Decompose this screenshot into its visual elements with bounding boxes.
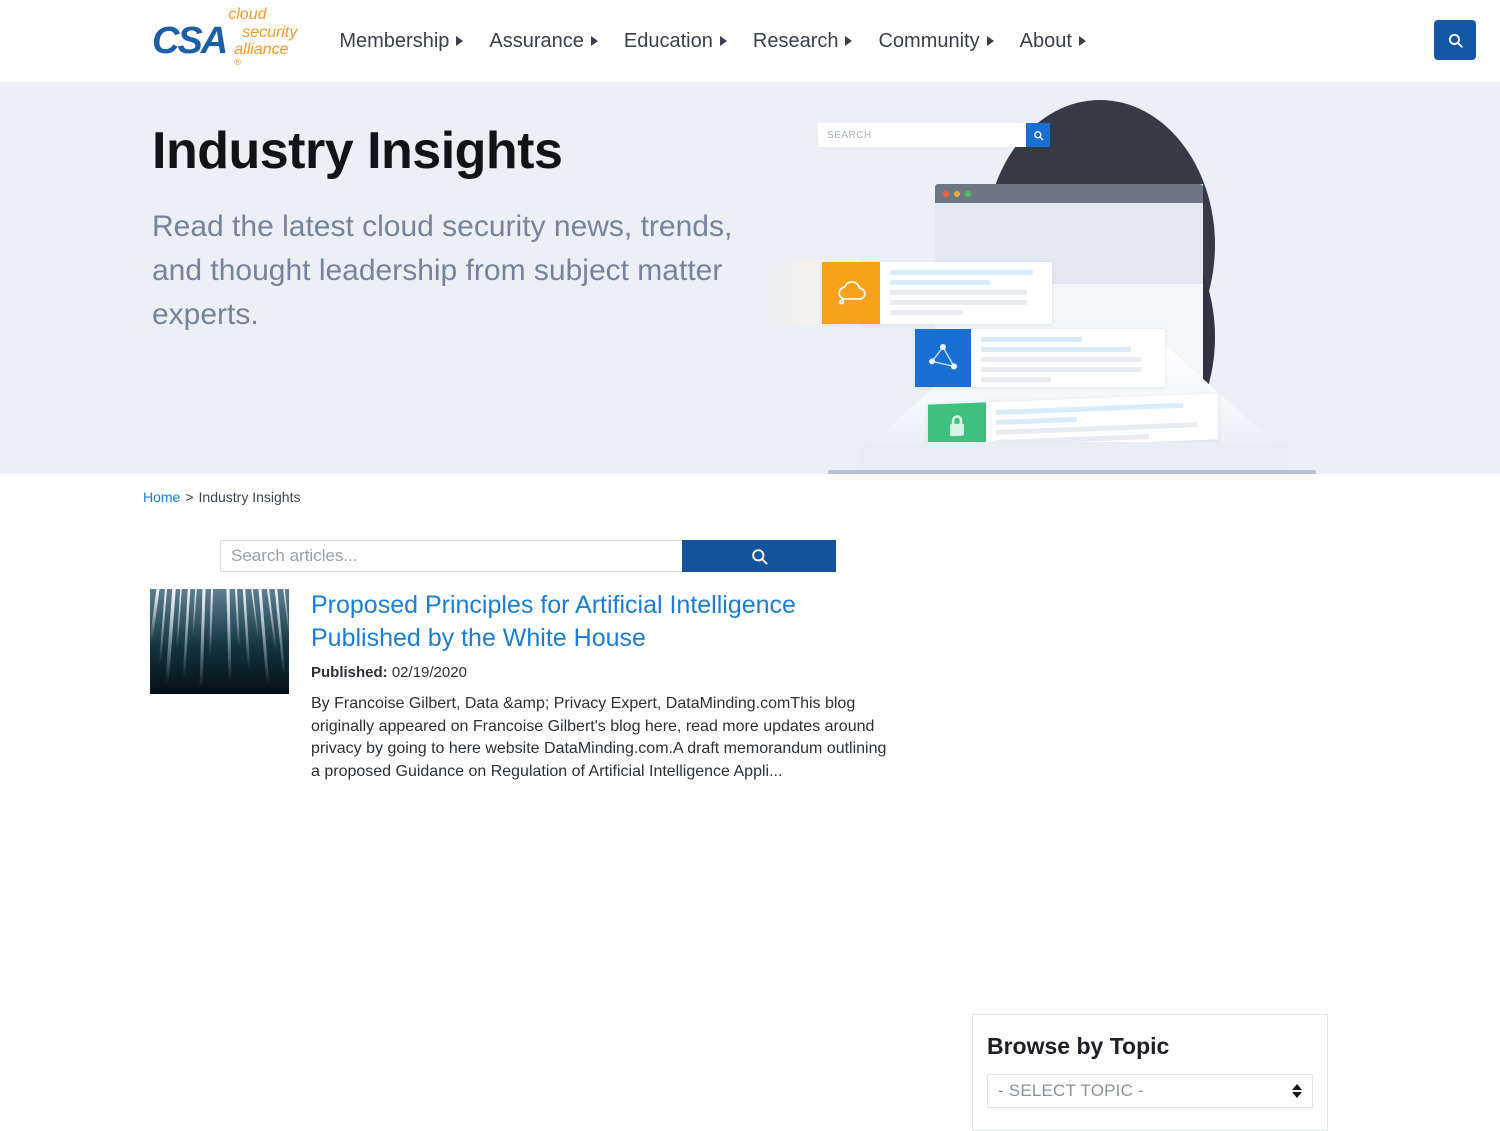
breadcrumb: Home > Industry Insights [143, 489, 300, 505]
topic-select-value: - SELECT TOPIC - [998, 1081, 1144, 1100]
search-input[interactable] [220, 540, 682, 572]
browse-by-topic-card: Browse by Topic - SELECT TOPIC - [972, 1014, 1328, 1131]
cloud-icon [838, 281, 866, 305]
breadcrumb-separator: > [185, 489, 194, 505]
chevron-right-icon [986, 36, 994, 46]
breadcrumb-current: Industry Insights [198, 489, 301, 505]
window-minimize-dot-icon [954, 190, 960, 197]
nav-item-research[interactable]: Research [753, 30, 853, 53]
article-thumbnail-image [150, 589, 289, 694]
illustration-card-thumb [915, 329, 971, 387]
page-title: Industry Insights [152, 122, 563, 180]
header-search-button[interactable] [1434, 20, 1476, 60]
page-subtitle: Read the latest cloud security news, tre… [152, 209, 733, 332]
window-close-dot-icon [943, 190, 949, 197]
nav-label: Membership [339, 29, 450, 52]
illustration-browser-titlebar [935, 184, 1203, 203]
nav-item-assurance[interactable]: Assurance [489, 30, 598, 53]
nav-label: Education [623, 29, 713, 52]
network-nodes-icon [929, 344, 957, 370]
nav-label: About [1019, 29, 1072, 52]
topic-select[interactable]: - SELECT TOPIC - [987, 1074, 1313, 1108]
chevron-right-icon [456, 36, 464, 46]
nav-item-about[interactable]: About [1020, 30, 1086, 53]
hero-text-block: Industry Insights Read the latest cloud … [152, 124, 772, 338]
published-date: 02/19/2020 [391, 664, 467, 681]
lock-icon [950, 415, 964, 437]
article-excerpt: By Francoise Gilbert, Data &amp; Privacy… [311, 695, 887, 781]
line [890, 270, 1033, 275]
line [890, 310, 963, 315]
line [890, 290, 1027, 295]
breadcrumb-link-home[interactable]: Home [143, 489, 180, 505]
line [996, 416, 1077, 425]
nav-label: Community [878, 29, 980, 52]
article-thumbnail[interactable] [150, 589, 289, 694]
nav-item-education[interactable]: Education [624, 30, 727, 53]
article-title-link[interactable]: Proposed Principles for Artificial Intel… [311, 589, 890, 654]
illustration-card-lines [986, 393, 1218, 448]
site-header: CSA cloud security alliance ® Membership … [0, 0, 1500, 82]
hero-banner: Industry Insights Read the latest cloud … [0, 82, 1500, 474]
search-icon [751, 548, 768, 565]
line [981, 367, 1142, 372]
line [981, 357, 1142, 362]
article-body: Proposed Principles for Artificial Intel… [311, 589, 890, 784]
nav-label: Research [752, 29, 839, 52]
nav-label: Assurance [489, 29, 584, 52]
chevron-updown-icon [1292, 1084, 1302, 1098]
published-label: Published: [311, 664, 388, 681]
article-published-meta: Published: 02/19/2020 [311, 664, 890, 681]
main-navigation: Membership Assurance Education Research … [339, 30, 1086, 53]
illustration-result-card-network [915, 329, 1165, 387]
line [981, 337, 1082, 342]
chevron-right-icon [1078, 36, 1086, 46]
illustration-card-lines [971, 329, 1165, 387]
illustration-search-button [1026, 123, 1050, 147]
logo-wordmark: cloud security alliance ® [228, 6, 297, 75]
main-content: Home > Industry Insights Search articles… [0, 474, 1500, 1131]
sidebar-title: Browse by Topic [987, 1033, 1170, 1059]
logo-word-security: security [242, 23, 298, 41]
illustration-search-row: SEARCH [818, 123, 1050, 147]
logo-word-cloud: cloud [228, 6, 267, 24]
search-submit-button[interactable] [682, 540, 836, 572]
line [981, 347, 1131, 352]
nav-item-membership[interactable]: Membership [339, 29, 464, 53]
search-icon [1448, 33, 1463, 48]
illustration-result-card-cloud [822, 262, 1052, 324]
line [890, 300, 1027, 305]
hero-illustration: SEARCH [765, 92, 1400, 474]
article-list-item: Proposed Principles for Artificial Intel… [150, 589, 890, 784]
illustration-card-lines [880, 262, 1052, 324]
illustration-card-thumb [822, 262, 880, 324]
line [996, 402, 1183, 415]
logo-word-alliance: alliance ® [234, 40, 289, 68]
chevron-right-icon [845, 36, 853, 46]
window-maximize-dot-icon [965, 190, 971, 197]
line [981, 377, 1051, 382]
search-icon [1033, 130, 1043, 140]
chevron-right-icon [590, 36, 598, 46]
csa-logo[interactable]: CSA cloud security alliance ® [152, 6, 297, 75]
chevron-right-icon [719, 36, 727, 46]
nav-item-community[interactable]: Community [878, 29, 994, 53]
illustration-search-field: SEARCH [818, 123, 1026, 147]
article-search-form [220, 540, 836, 572]
line [996, 422, 1198, 435]
line [890, 280, 991, 285]
logo-mark: CSA [152, 19, 228, 62]
